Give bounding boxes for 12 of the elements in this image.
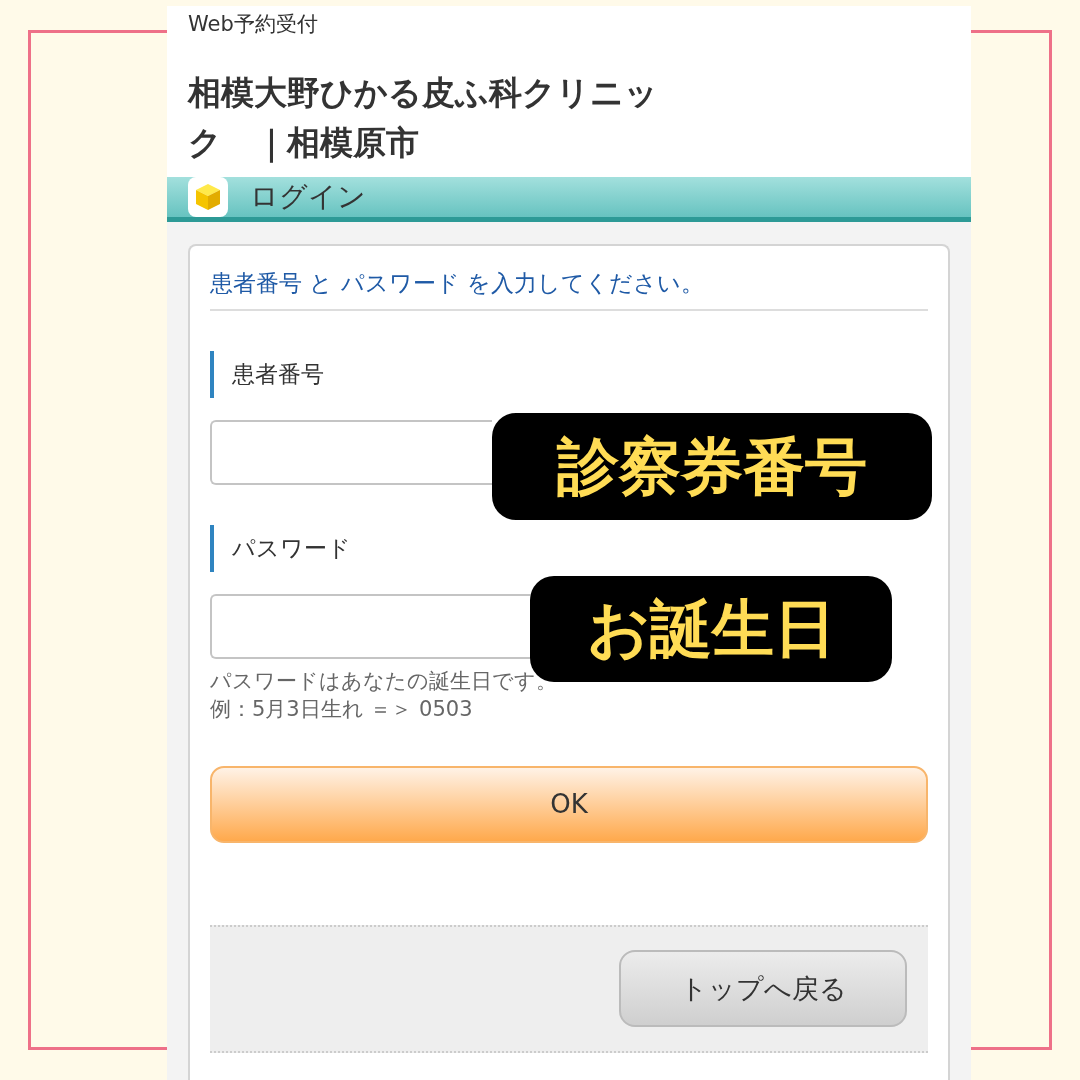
input-field[interactable] <box>210 420 492 485</box>
help-text: 例：5月3日生れ ＝＞ 0503 <box>210 696 474 724</box>
section-title: ログイン <box>250 179 366 215</box>
back-button[interactable]: トップへ戻る <box>619 950 907 1028</box>
callout-label: 診察券番号 <box>492 413 932 520</box>
ok-button[interactable]: OK <box>210 765 928 843</box>
field-label: パスワード <box>210 525 928 572</box>
input-field[interactable] <box>210 594 530 659</box>
site-subtitle: Web予約受付 <box>188 11 319 38</box>
instruction-text: 患者番号 と パスワード を入力してください。 <box>210 268 928 311</box>
clinic-title: 相模大野ひかる皮ふ科クリニック ｜相模原市 <box>188 72 658 165</box>
field-label: 患者番号 <box>210 351 928 398</box>
